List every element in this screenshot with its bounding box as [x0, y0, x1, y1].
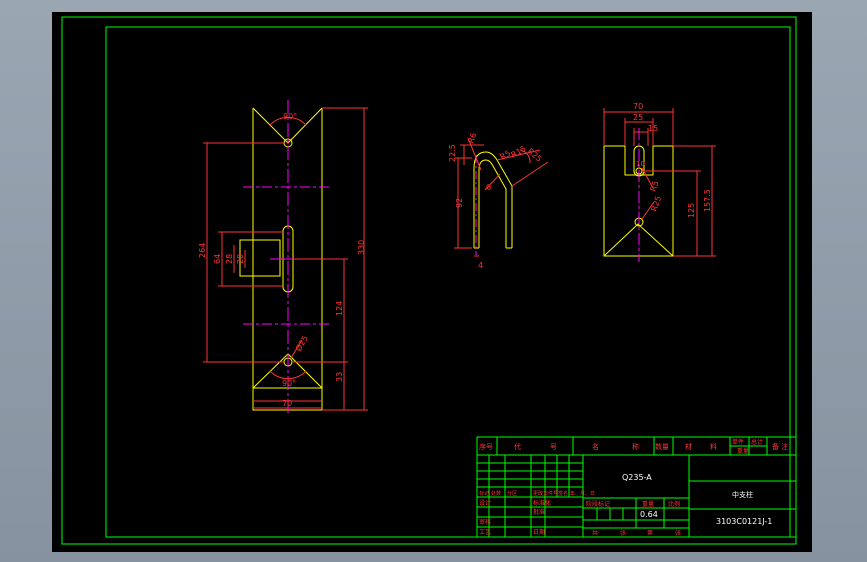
- front-dim-28: 28: [225, 254, 234, 264]
- hdr-9: 总计: [751, 438, 763, 446]
- stage-1: 重量: [642, 500, 654, 508]
- front-dim-33: 33: [335, 372, 344, 382]
- front-dim-64: 64: [213, 254, 222, 264]
- end-dim-125: 125: [687, 203, 696, 218]
- front-window: [239, 239, 281, 277]
- front-dim-hole: Ø25: [293, 334, 310, 353]
- drawing-canvas: 90° 90° 70 330 264 64 28 20 124 33 Ø25 2…: [61, 16, 797, 545]
- front-dim-264: 264: [198, 243, 207, 258]
- sheet-3: 张: [675, 529, 681, 537]
- row-review: 审核: [479, 518, 491, 526]
- rev-2: 分区: [507, 490, 517, 497]
- side-dim-6: 6: [485, 182, 494, 192]
- stage-2: 比例: [668, 500, 680, 508]
- hdr-7: 料: [710, 442, 717, 451]
- hdr-4: 称: [632, 442, 639, 451]
- sheet-0: 共: [592, 529, 598, 537]
- end-view: 70 25 15 125 157.5 R5 R25 10: [603, 102, 716, 262]
- side-dim-4: 4: [478, 261, 483, 270]
- stage-0: 阶段标记: [586, 500, 610, 508]
- hdr-0: 序号: [479, 442, 493, 451]
- row-process: 工艺: [479, 528, 491, 536]
- end-dim-25: 25: [633, 113, 643, 122]
- side-dim-92: 92: [455, 198, 464, 208]
- front-dim-124: 124: [335, 301, 344, 316]
- end-dim-70: 70: [633, 102, 643, 111]
- sheet-2: 第: [647, 529, 653, 537]
- side-view: 22.5 R6 92 4 R5 R15 R25 6: [448, 132, 549, 270]
- front-angle-bottom-label: 90°: [282, 379, 296, 388]
- side-dim-225: 22.5: [448, 144, 457, 162]
- std-label: 标准化: [533, 499, 551, 507]
- front-view: 90° 90° 70 330 264 64 28 20 124 33 Ø25: [198, 100, 368, 415]
- sheet-1: 张: [620, 529, 626, 537]
- end-dim-1575: 157.5: [703, 189, 712, 212]
- hdr-8: 单件: [732, 438, 744, 446]
- hdr-3: 名: [592, 442, 599, 451]
- inner-frame: [105, 26, 791, 538]
- drawing-number: 3103C0121J-1: [716, 517, 772, 526]
- hdr-weight: 重量: [737, 447, 749, 455]
- front-dim-70: 70: [282, 399, 292, 408]
- cad-viewport[interactable]: 90° 90° 70 330 264 64 28 20 124 33 Ø25 2…: [0, 0, 867, 562]
- hdr-5: 数量: [655, 442, 669, 451]
- part-name: 中支柱: [732, 490, 753, 499]
- end-dim-10: 10: [636, 160, 645, 168]
- front-dim-330: 330: [357, 240, 366, 255]
- hdr-2: 号: [550, 443, 557, 451]
- rev-0: 标记: [479, 490, 489, 497]
- rev-1: 处数: [491, 490, 501, 497]
- hdr-10: 备 注: [772, 442, 788, 451]
- row-design: 设计: [479, 499, 491, 507]
- end-dim-15: 15: [648, 124, 658, 133]
- approve-label: 批准: [533, 508, 545, 516]
- side-dim-r6: R6: [466, 132, 478, 145]
- mass-value: 0.64: [640, 510, 658, 519]
- rev-4: 签名: [558, 490, 568, 497]
- material-text: Q235-A: [622, 473, 652, 482]
- side-inner: [478, 159, 507, 248]
- rev-5: 年、月、日: [570, 490, 595, 497]
- end-dim-r5: R5: [648, 180, 660, 193]
- hdr-1: 代: [514, 442, 521, 451]
- rev-3: 更改文件号: [533, 490, 558, 497]
- hdr-6: 材: [685, 442, 692, 451]
- front-angle-top-label: 90°: [283, 112, 297, 121]
- side-dim-r15: R15: [510, 144, 528, 160]
- side-dim-r25: R25: [526, 147, 544, 164]
- outer-frame: [61, 16, 797, 545]
- front-dim-20: 20: [236, 254, 245, 264]
- end-dim-r25: R25: [649, 195, 663, 213]
- date-label: 日期: [533, 528, 545, 536]
